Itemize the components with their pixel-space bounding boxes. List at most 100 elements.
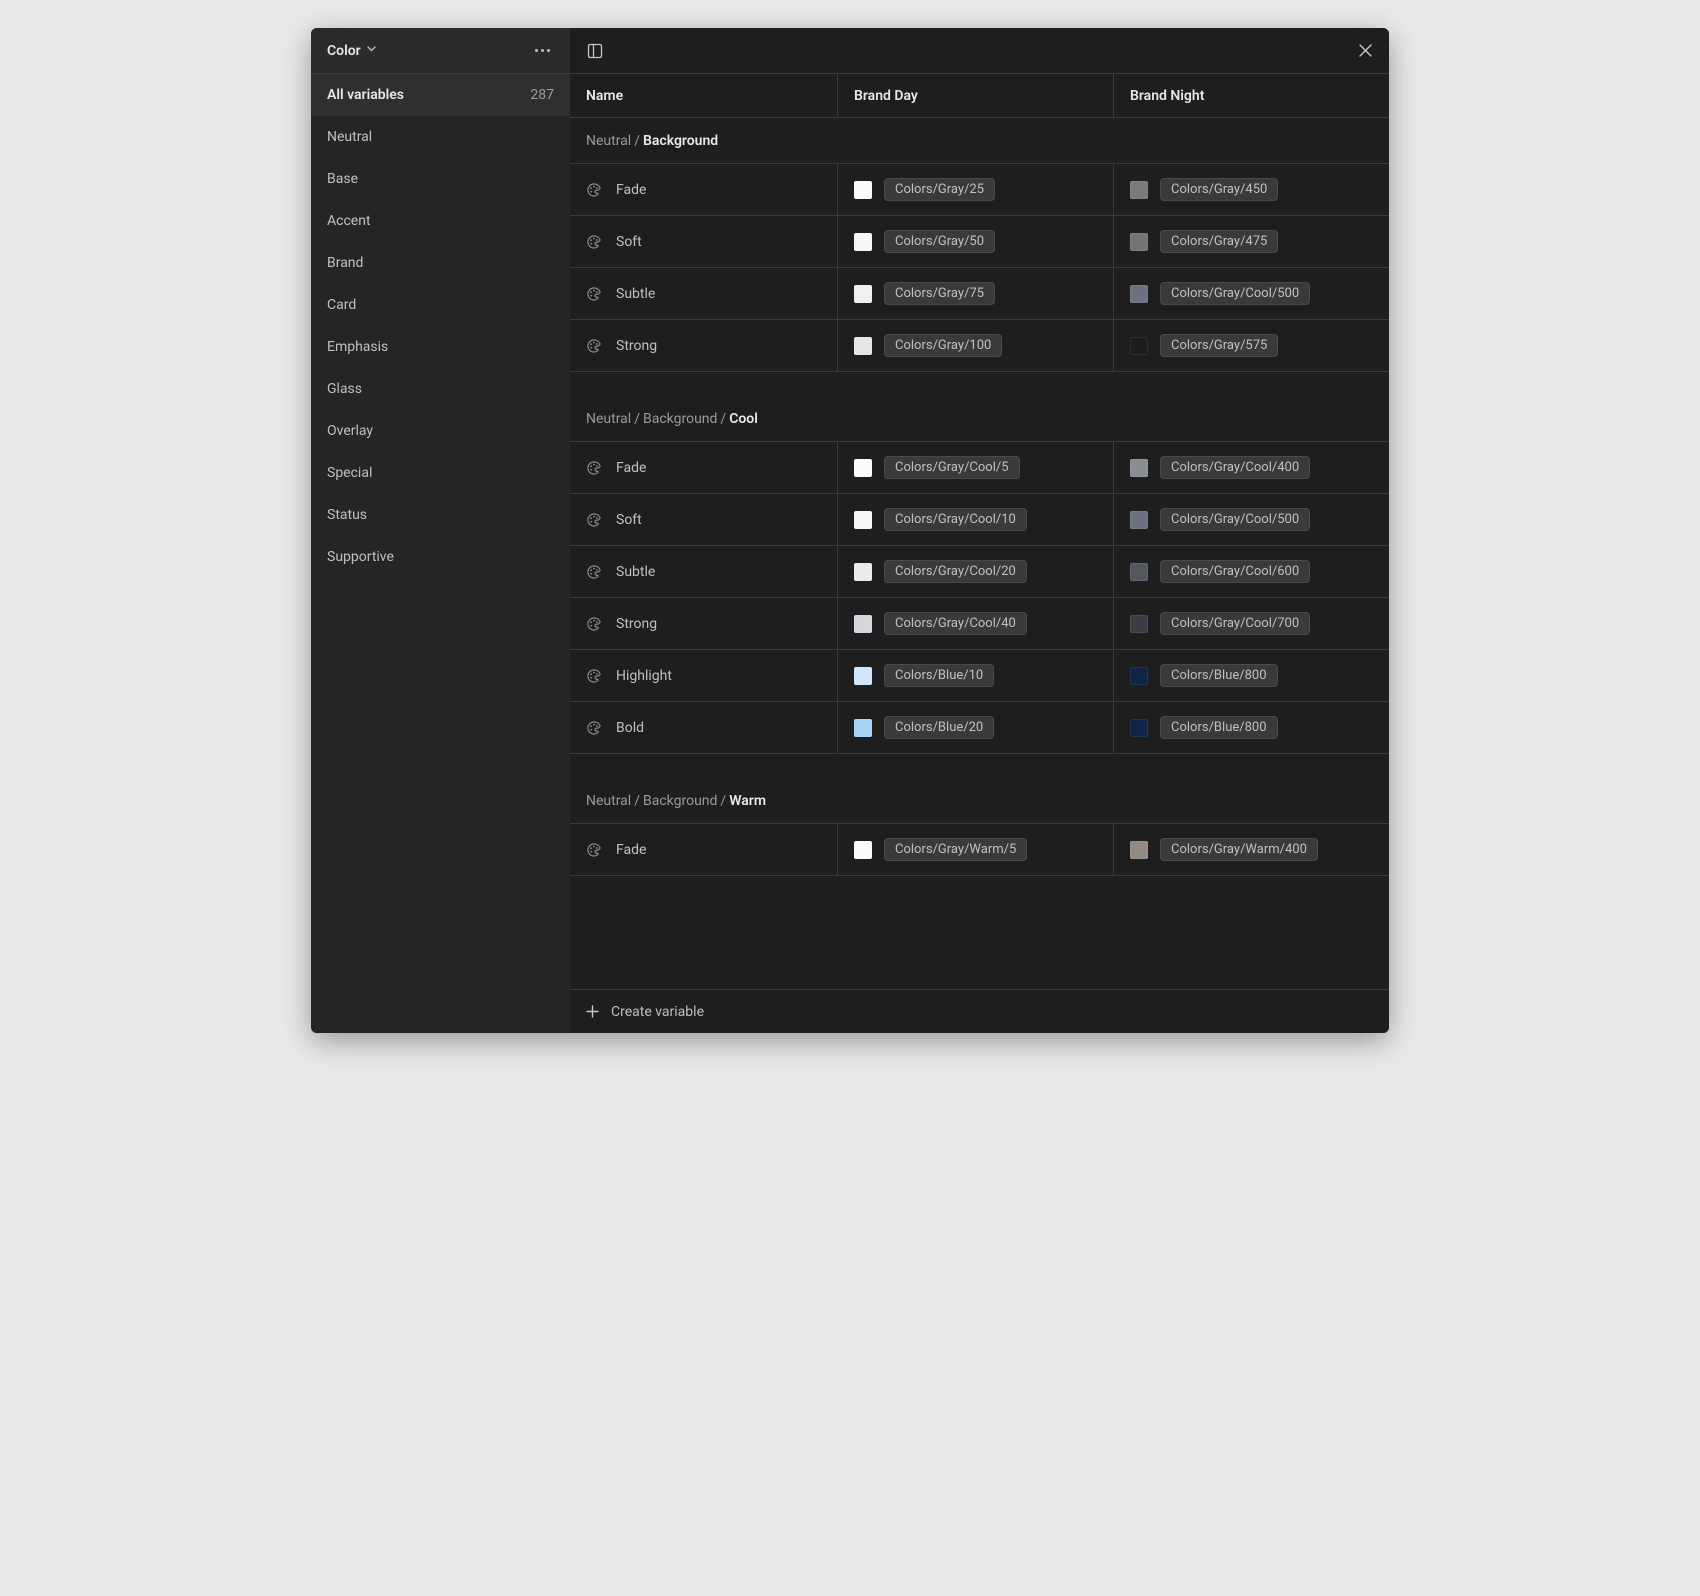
variable-value-cell[interactable]: Colors/Gray/50 — [838, 216, 1114, 267]
variable-name: Fade — [616, 842, 646, 858]
variables-table: Neutral / BackgroundFadeColors/Gray/25Co… — [570, 118, 1389, 989]
breadcrumb-segment: Cool — [729, 411, 758, 427]
sidebar-item-special[interactable]: Special — [311, 452, 570, 494]
variable-value-cell[interactable]: Colors/Gray/575 — [1114, 320, 1389, 371]
variable-value-cell[interactable]: Colors/Gray/Cool/10 — [838, 494, 1114, 545]
column-header-mode-0[interactable]: Brand Day — [838, 74, 1114, 117]
color-swatch — [854, 841, 872, 859]
variable-value-cell[interactable]: Colors/Gray/Cool/20 — [838, 546, 1114, 597]
more-options-icon[interactable] — [529, 43, 556, 58]
color-swatch — [854, 459, 872, 477]
variable-value-cell[interactable]: Colors/Blue/10 — [838, 650, 1114, 701]
variable-name-cell[interactable]: Subtle — [570, 546, 838, 597]
variable-value-cell[interactable]: Colors/Gray/100 — [838, 320, 1114, 371]
sidebar-item-all-variables[interactable]: All variables 287 — [311, 74, 570, 116]
variable-name: Highlight — [616, 668, 672, 684]
collection-dropdown[interactable]: Color — [327, 43, 376, 59]
variable-value-cell[interactable]: Colors/Gray/25 — [838, 164, 1114, 215]
collection-label: Color — [327, 43, 361, 59]
variable-value-cell[interactable]: Colors/Gray/475 — [1114, 216, 1389, 267]
variable-name-cell[interactable]: Strong — [570, 320, 838, 371]
variable-name-cell[interactable]: Fade — [570, 824, 838, 875]
sidebar-item-label: Brand — [327, 255, 363, 271]
sidebar-item-overlay[interactable]: Overlay — [311, 410, 570, 452]
main-header — [570, 28, 1389, 74]
column-mode-1-label: Brand Night — [1130, 88, 1204, 104]
variable-name-cell[interactable]: Soft — [570, 494, 838, 545]
sidebar-item-emphasis[interactable]: Emphasis — [311, 326, 570, 368]
color-swatch — [1130, 233, 1148, 251]
sidebar-item-brand[interactable]: Brand — [311, 242, 570, 284]
palette-icon — [586, 512, 602, 528]
column-header-mode-1[interactable]: Brand Night — [1114, 74, 1389, 117]
sidebar-item-glass[interactable]: Glass — [311, 368, 570, 410]
sidebar-item-status[interactable]: Status — [311, 494, 570, 536]
color-swatch — [1130, 511, 1148, 529]
variable-value-cell[interactable]: Colors/Gray/75 — [838, 268, 1114, 319]
variable-name-cell[interactable]: Fade — [570, 442, 838, 493]
variable-value-cell[interactable]: Colors/Blue/20 — [838, 702, 1114, 753]
palette-icon — [586, 842, 602, 858]
variable-value-cell[interactable]: Colors/Gray/Cool/600 — [1114, 546, 1389, 597]
color-swatch — [1130, 719, 1148, 737]
variable-value-cell[interactable]: Colors/Gray/Cool/400 — [1114, 442, 1389, 493]
variable-name: Subtle — [616, 564, 655, 580]
variable-name: Strong — [616, 616, 657, 632]
palette-icon — [586, 616, 602, 632]
palette-icon — [586, 668, 602, 684]
variable-value-cell[interactable]: Colors/Gray/Cool/40 — [838, 598, 1114, 649]
breadcrumb-separator: / — [717, 411, 729, 427]
sidebar-item-base[interactable]: Base — [311, 158, 570, 200]
variable-value-cell[interactable]: Colors/Gray/Cool/500 — [1114, 268, 1389, 319]
variable-name-cell[interactable]: Subtle — [570, 268, 838, 319]
variable-name: Bold — [616, 720, 644, 736]
variable-name-cell[interactable]: Fade — [570, 164, 838, 215]
color-swatch — [854, 615, 872, 633]
section-header[interactable]: Neutral / Background — [570, 118, 1389, 164]
color-swatch — [854, 719, 872, 737]
alias-pill: Colors/Gray/Cool/500 — [1160, 282, 1310, 305]
table-row: Strong Colors/Gray/100Colors/Gray/575 — [570, 320, 1389, 372]
panel-layout-icon[interactable] — [586, 42, 604, 60]
variable-name-cell[interactable]: Soft — [570, 216, 838, 267]
variable-value-cell[interactable]: Colors/Gray/450 — [1114, 164, 1389, 215]
sidebar-item-neutral[interactable]: Neutral — [311, 116, 570, 158]
variable-value-cell[interactable]: Colors/Gray/Cool/500 — [1114, 494, 1389, 545]
create-variable-button[interactable]: Create variable — [570, 989, 1389, 1033]
sidebar-item-label: Base — [327, 171, 358, 187]
alias-pill: Colors/Gray/Cool/600 — [1160, 560, 1310, 583]
section-header[interactable]: Neutral / Background / Warm — [570, 778, 1389, 824]
variable-value-cell[interactable]: Colors/Gray/Cool/5 — [838, 442, 1114, 493]
alias-pill: Colors/Blue/20 — [884, 716, 994, 739]
sidebar-item-supportive[interactable]: Supportive — [311, 536, 570, 578]
sidebar-item-accent[interactable]: Accent — [311, 200, 570, 242]
variable-value-cell[interactable]: Colors/Blue/800 — [1114, 650, 1389, 701]
variable-name-cell[interactable]: Bold — [570, 702, 838, 753]
breadcrumb-segment: Background — [643, 411, 717, 427]
color-swatch — [854, 181, 872, 199]
palette-icon — [586, 286, 602, 302]
palette-icon — [586, 720, 602, 736]
variable-name: Strong — [616, 338, 657, 354]
table-row: Highlight Colors/Blue/10 Colors/Blue/800 — [570, 650, 1389, 702]
variable-value-cell[interactable]: Colors/Gray/Cool/700 — [1114, 598, 1389, 649]
close-icon[interactable] — [1358, 43, 1373, 58]
column-header-name[interactable]: Name — [570, 74, 838, 117]
alias-pill: Colors/Blue/10 — [884, 664, 994, 687]
section-header[interactable]: Neutral / Background / Cool — [570, 396, 1389, 442]
variable-value-cell[interactable]: Colors/Gray/Warm/5 — [838, 824, 1114, 875]
variable-name-cell[interactable]: Strong — [570, 598, 838, 649]
sidebar-header: Color — [311, 28, 570, 74]
alias-pill: Colors/Gray/450 — [1160, 178, 1278, 201]
alias-pill: Colors/Gray/Cool/5 — [884, 456, 1020, 479]
variable-value-cell[interactable]: Colors/Blue/800 — [1114, 702, 1389, 753]
palette-icon — [586, 338, 602, 354]
color-swatch — [1130, 563, 1148, 581]
table-row: Strong Colors/Gray/Cool/40Colors/Gray/Coo… — [570, 598, 1389, 650]
variable-name-cell[interactable]: Highlight — [570, 650, 838, 701]
variable-value-cell[interactable]: Colors/Gray/Warm/400 — [1114, 824, 1389, 875]
sidebar-item-label: Glass — [327, 381, 362, 397]
sidebar-item-card[interactable]: Card — [311, 284, 570, 326]
breadcrumb-segment: Neutral — [586, 133, 631, 149]
alias-pill: Colors/Gray/475 — [1160, 230, 1278, 253]
